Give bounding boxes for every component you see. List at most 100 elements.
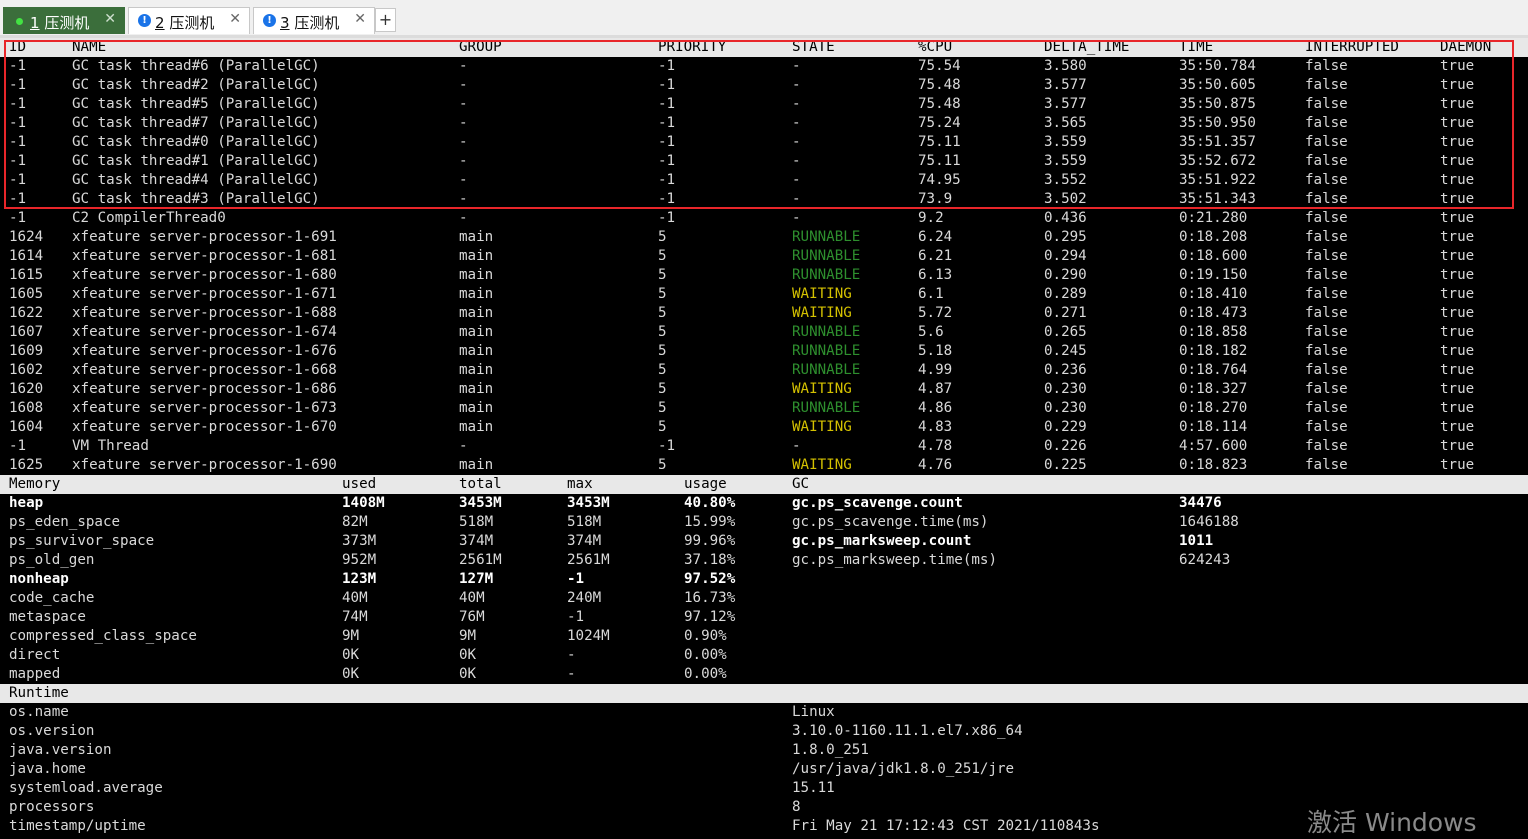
thread-state: - (792, 210, 801, 226)
memory-row: ps_old_gen 952M 2561M 2561M 37.18% gc.ps_mark… (0, 551, 1528, 570)
header-id: ID (9, 39, 27, 55)
session-tab-3[interactable]: ! 3 压测机 ✕ (253, 7, 375, 34)
thread-name: GC task thread#7 (ParallelGC) (72, 115, 320, 131)
memory-used: 0K (342, 647, 360, 663)
gc-key: gc.ps_scavenge.time(ms) (792, 514, 989, 530)
thread-daemon: true (1440, 210, 1475, 226)
tab-number: 3 (280, 14, 290, 32)
thread-delta-time: 0.265 (1044, 324, 1087, 340)
close-tab-icon[interactable]: ✕ (354, 11, 366, 27)
runtime-value: 15.11 (792, 780, 835, 796)
thread-row: 1624 xfeature server-processor-1-691 main 5… (0, 228, 1528, 247)
thread-id: 1614 (9, 248, 44, 264)
thread-interrupted: false (1305, 381, 1348, 397)
memory-name: code_cache (9, 590, 95, 606)
thread-daemon: true (1440, 248, 1475, 264)
close-tab-icon[interactable]: ✕ (104, 11, 116, 27)
thread-group: - (459, 115, 468, 131)
thread-row: -1 GC task thread#6 (ParallelGC) - -1 - 75.54… (0, 57, 1528, 76)
tab-label: 1 压测机 (30, 12, 89, 33)
thread-group: main (459, 381, 494, 397)
thread-row: 1620 xfeature server-processor-1-686 main 5… (0, 380, 1528, 399)
memory-used: 1408M (342, 495, 385, 511)
thread-delta-time: 3.502 (1044, 191, 1087, 207)
thread-state: RUNNABLE (792, 248, 861, 264)
session-tab-1[interactable]: 1 压测机 ✕ (3, 7, 125, 34)
thread-cpu: 74.95 (918, 172, 961, 188)
memory-total: 374M (459, 533, 494, 549)
runtime-key: processors (9, 799, 95, 815)
thread-id: 1615 (9, 267, 44, 283)
memory-row: code_cache 40M 40M 240M 16.73% (0, 589, 1528, 608)
thread-time: 35:51.357 (1179, 134, 1256, 150)
thread-cpu: 4.76 (918, 457, 953, 473)
thread-row: -1 GC task thread#3 (ParallelGC) - -1 - 73.9 3… (0, 190, 1528, 209)
thread-group: - (459, 191, 468, 207)
thread-priority: 5 (658, 286, 667, 302)
tab-title: 压测机 (44, 14, 90, 32)
header-priority: PRIORITY (658, 39, 727, 55)
thread-state: - (792, 134, 801, 150)
runtime-row: java.home/usr/java/jdk1.8.0_251/jre (0, 760, 1528, 779)
thread-cpu: 75.48 (918, 77, 961, 93)
header-name: NAME (72, 39, 107, 55)
thread-row: 1625 xfeature server-processor-1-690 main 5… (0, 456, 1528, 475)
thread-id: 1624 (9, 229, 44, 245)
thread-group: - (459, 210, 468, 226)
thread-name: xfeature server-processor-1-680 (72, 267, 337, 283)
thread-priority: -1 (658, 210, 676, 226)
thread-group: main (459, 400, 494, 416)
thread-interrupted: false (1305, 248, 1348, 264)
thread-row: -1 GC task thread#1 (ParallelGC) - -1 - 75.11… (0, 152, 1528, 171)
gc-value: 1011 (1179, 533, 1214, 549)
thread-interrupted: false (1305, 343, 1348, 359)
tab-label: 2 压测机 (155, 12, 214, 33)
thread-delta-time: 3.580 (1044, 58, 1087, 74)
thread-state: RUNNABLE (792, 229, 861, 245)
thread-time: 35:50.784 (1179, 58, 1256, 74)
memory-total: 518M (459, 514, 494, 530)
thread-row: -1 VM Thread - -1 - 4.78 0.226 4:57.600 false tru… (0, 437, 1528, 456)
memory-row: mapped 0K 0K - 0.00% (0, 665, 1528, 684)
memory-row: nonheap 123M 127M -1 97.52% (0, 570, 1528, 589)
thread-id: -1 (9, 77, 27, 93)
thread-daemon: true (1440, 153, 1475, 169)
thread-group: main (459, 362, 494, 378)
session-tab-2[interactable]: ! 2 压测机 ✕ (128, 7, 250, 34)
thread-state: RUNNABLE (792, 324, 861, 340)
gc-header: GC (792, 476, 810, 492)
thread-cpu: 75.11 (918, 134, 961, 150)
thread-priority: 5 (658, 419, 667, 435)
add-tab-button[interactable]: + (375, 8, 396, 32)
memory-usage: 0.00% (684, 647, 727, 663)
thread-interrupted: false (1305, 419, 1348, 435)
thread-cpu: 75.54 (918, 58, 961, 74)
header-interrupted: INTERRUPTED (1305, 39, 1399, 55)
terminal-output[interactable]: ID NAME GROUP PRIORITY STATE %CPU DELTA_TIME TI… (0, 38, 1528, 839)
tab-number: 1 (30, 14, 40, 32)
thread-row: 1609 xfeature server-processor-1-676 main 5… (0, 342, 1528, 361)
session-tab-bar: 1 压测机 ✕ ! 2 压测机 ✕ ! 3 压测机 ✕ + (0, 0, 1528, 38)
memory-name: nonheap (9, 571, 69, 587)
thread-group: - (459, 134, 468, 150)
thread-cpu: 73.9 (918, 191, 953, 207)
runtime-header: Runtime (0, 684, 1528, 703)
thread-name: xfeature server-processor-1-674 (72, 324, 337, 340)
thread-name: xfeature server-processor-1-681 (72, 248, 337, 264)
thread-name: GC task thread#4 (ParallelGC) (72, 172, 320, 188)
thread-daemon: true (1440, 457, 1475, 473)
thread-id: -1 (9, 438, 27, 454)
close-tab-icon[interactable]: ✕ (229, 11, 241, 27)
memory-used: 9M (342, 628, 360, 644)
memory-usage: 0.00% (684, 666, 727, 682)
runtime-value: 8 (792, 799, 801, 815)
thread-interrupted: false (1305, 172, 1348, 188)
thread-time: 0:18.410 (1179, 286, 1248, 302)
runtime-key: os.version (9, 723, 95, 739)
thread-row: 1607 xfeature server-processor-1-674 main 5… (0, 323, 1528, 342)
thread-name: xfeature server-processor-1-671 (72, 286, 337, 302)
thread-name: GC task thread#2 (ParallelGC) (72, 77, 320, 93)
thread-time: 35:51.922 (1179, 172, 1256, 188)
memory-name: metaspace (9, 609, 86, 625)
thread-interrupted: false (1305, 362, 1348, 378)
